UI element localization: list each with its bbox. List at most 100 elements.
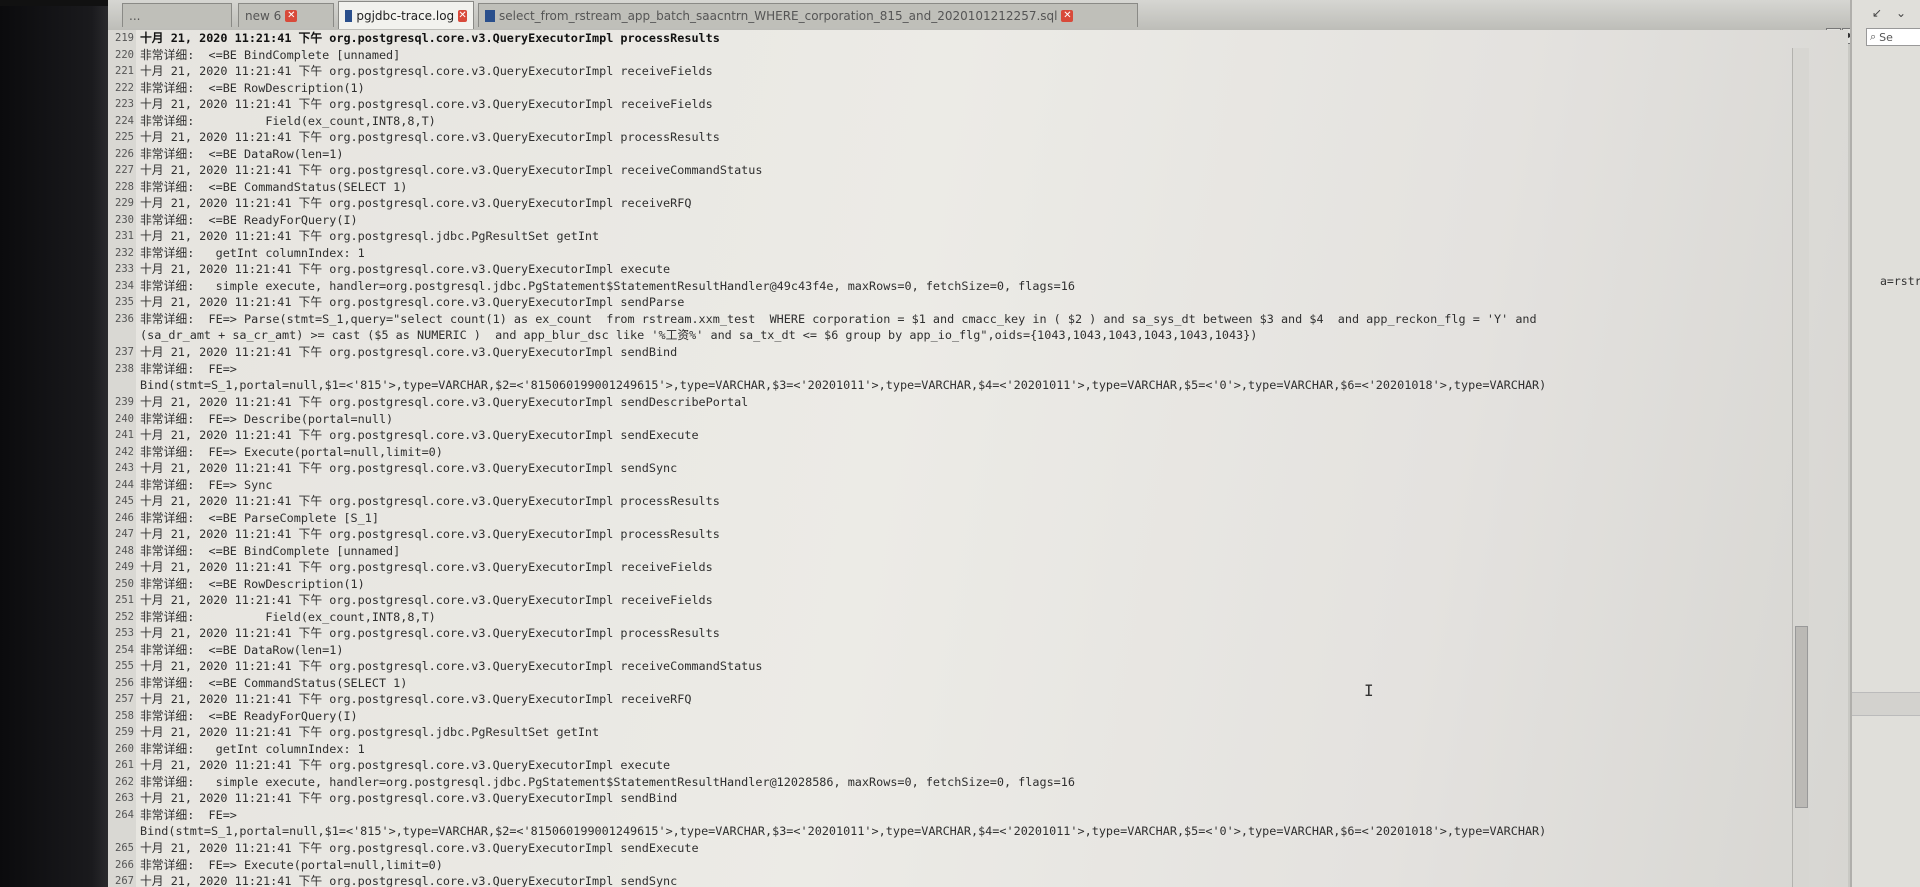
line-text: 非常详细: <=BE RowDescription(1) — [140, 576, 365, 591]
tab-pgjdbc-trace-log[interactable]: pgjdbc-trace.log ✕ — [338, 1, 474, 29]
log-line: 266 非常详细: FE=> Execute(portal=null,limit=… — [108, 856, 1848, 873]
log-line: 267 十月 21, 2020 11:21:41 下午 org.postgresq… — [108, 873, 1848, 887]
line-number: 234 — [108, 277, 136, 294]
log-line: 265 十月 21, 2020 11:21:41 下午 org.postgresq… — [108, 840, 1848, 857]
line-number: 248 — [108, 542, 136, 559]
log-line: 240 非常详细: FE=> Describe(portal=null) — [108, 410, 1848, 427]
tab-sql-file[interactable]: select_from_rstream_app_batch_saacntrn_W… — [478, 3, 1138, 27]
line-number: 228 — [108, 178, 136, 195]
line-number: 239 — [108, 394, 136, 411]
log-line: 254 非常详细: <=BE DataRow(len=1) — [108, 641, 1848, 658]
line-number: 256 — [108, 674, 136, 691]
line-number: 229 — [108, 195, 136, 212]
line-number: 262 — [108, 773, 136, 790]
log-line-continuation: Bind(stmt=S_1,portal=null,$1=<'815'>,typ… — [108, 823, 1848, 840]
line-number: 219 — [108, 30, 136, 47]
close-tab-icon[interactable]: ✕ — [285, 9, 298, 22]
file-icon — [485, 9, 495, 22]
line-number: 241 — [108, 427, 136, 444]
line-number: 253 — [108, 625, 136, 642]
line-number: 265 — [108, 840, 136, 857]
log-line: 247 十月 21, 2020 11:21:41 下午 org.postgresq… — [108, 526, 1848, 543]
tab-new-6[interactable]: new 6 ✕ — [238, 3, 334, 27]
scrollbar-thumb[interactable] — [1795, 626, 1808, 808]
log-line: 231 十月 21, 2020 11:21:41 下午 org.postgresq… — [108, 228, 1848, 245]
log-line: 230 非常详细: <=BE ReadyForQuery(I) — [108, 211, 1848, 228]
line-number: 226 — [108, 145, 136, 162]
line-text: 非常详细: FE=> Parse(stmt=S_1,query="select … — [140, 311, 1537, 326]
line-text: Bind(stmt=S_1,portal=null,$1=<'815'>,typ… — [140, 378, 1547, 392]
log-line: 237 十月 21, 2020 11:21:41 下午 org.postgresq… — [108, 344, 1848, 361]
editor-tab-strip: ... new 6 ✕ pgjdbc-trace.log ✕ select_fr… — [108, 0, 1860, 31]
line-text: 非常详细: FE=> Describe(portal=null) — [140, 411, 394, 426]
line-text: 非常详细: <=BE BindComplete [unnamed] — [140, 47, 401, 62]
line-number: 255 — [108, 658, 136, 675]
line-text: 十月 21, 2020 11:21:41 下午 org.postgresql.c… — [140, 428, 699, 442]
line-text: 十月 21, 2020 11:21:41 下午 org.postgresql.c… — [140, 626, 720, 640]
line-text: 非常详细: <=BE ParseComplete [S_1] — [140, 510, 379, 525]
line-number: 233 — [108, 261, 136, 278]
line-number: 258 — [108, 707, 136, 724]
log-line: 241 十月 21, 2020 11:21:41 下午 org.postgresq… — [108, 427, 1848, 444]
line-text: 十月 21, 2020 11:21:41 下午 org.postgresql.c… — [140, 841, 699, 855]
monitor-bezel — [0, 0, 108, 887]
log-line: 220 非常详细: <=BE BindComplete [unnamed] — [108, 46, 1848, 63]
log-line: 253 十月 21, 2020 11:21:41 下午 org.postgresq… — [108, 625, 1848, 642]
log-line: 238 非常详细: FE=> — [108, 360, 1848, 377]
line-number: 257 — [108, 691, 136, 708]
log-editor[interactable]: 219 十月 21, 2020 11:21:41 下午 org.postgresq… — [108, 30, 1848, 887]
line-text: 十月 21, 2020 11:21:41 下午 org.postgresql.c… — [140, 791, 678, 805]
line-text: 非常详细: <=BE BindComplete [unnamed] — [140, 543, 401, 558]
line-number: 249 — [108, 559, 136, 576]
line-number: 259 — [108, 724, 136, 741]
chevron-down-icon[interactable]: ⌄ — [1896, 6, 1906, 20]
line-text: 十月 21, 2020 11:21:41 下午 org.postgresql.c… — [140, 295, 685, 309]
log-line: 252 非常详细: Field(ex_count,INT8,8,T) — [108, 608, 1848, 625]
line-text: 非常详细: <=BE CommandStatus(SELECT 1) — [140, 179, 408, 194]
arrow-icon[interactable]: ↙ — [1872, 6, 1882, 20]
line-number: 223 — [108, 96, 136, 113]
log-line: 250 非常详细: <=BE RowDescription(1) — [108, 575, 1848, 592]
line-number: 232 — [108, 244, 136, 261]
line-text: 十月 21, 2020 11:21:41 下午 org.postgresql.c… — [140, 163, 763, 177]
log-line: 246 非常详细: <=BE ParseComplete [S_1] — [108, 509, 1848, 526]
line-text: 十月 21, 2020 11:21:41 下午 org.postgresql.c… — [140, 659, 763, 673]
line-number: 236 — [108, 310, 136, 327]
log-line: 227 十月 21, 2020 11:21:41 下午 org.postgresq… — [108, 162, 1848, 179]
close-tab-icon[interactable]: ✕ — [1061, 9, 1074, 22]
line-text: 十月 21, 2020 11:21:41 下午 org.postgresql.c… — [140, 345, 678, 359]
line-number: 224 — [108, 112, 136, 129]
line-text: 十月 21, 2020 11:21:41 下午 org.postgresql.c… — [140, 64, 713, 78]
log-line: 236 非常详细: FE=> Parse(stmt=S_1,query="sele… — [108, 310, 1848, 327]
log-line: 259 十月 21, 2020 11:21:41 下午 org.postgresq… — [108, 724, 1848, 741]
line-number: 246 — [108, 509, 136, 526]
line-text: 非常详细: <=BE DataRow(len=1) — [140, 642, 344, 657]
line-text: 十月 21, 2020 11:21:41 下午 org.postgresql.c… — [140, 494, 720, 508]
log-line: 234 非常详细: simple execute, handler=org.pos… — [108, 277, 1848, 294]
log-line: 219 十月 21, 2020 11:21:41 下午 org.postgresq… — [108, 30, 1848, 47]
line-number: 243 — [108, 460, 136, 477]
vertical-scrollbar[interactable] — [1792, 48, 1809, 887]
line-number: 237 — [108, 344, 136, 361]
line-text: 十月 21, 2020 11:21:41 下午 org.postgresql.c… — [140, 692, 692, 706]
line-text: 十月 21, 2020 11:21:41 下午 org.postgresql.c… — [140, 196, 692, 210]
line-text: 非常详细: FE=> Execute(portal=null,limit=0) — [140, 857, 443, 872]
line-text: 十月 21, 2020 11:21:41 下午 org.postgresql.c… — [140, 527, 720, 541]
line-text: 非常详细: <=BE ReadyForQuery(I) — [140, 708, 358, 723]
search-field[interactable]: ⌕ Se — [1866, 28, 1920, 46]
line-number — [108, 823, 136, 840]
log-line: 255 十月 21, 2020 11:21:41 下午 org.postgresq… — [108, 658, 1848, 675]
line-text: 十月 21, 2020 11:21:41 下午 org.postgresql.j… — [140, 229, 600, 243]
log-line: 221 十月 21, 2020 11:21:41 下午 org.postgresq… — [108, 63, 1848, 80]
close-tab-icon[interactable]: ✕ — [458, 9, 467, 22]
tab-hidden-file[interactable]: ... — [122, 3, 232, 27]
log-line: 222 非常详细: <=BE RowDescription(1) — [108, 79, 1848, 96]
log-line: 232 非常详细: getInt columnIndex: 1 — [108, 244, 1848, 261]
line-number: 245 — [108, 493, 136, 510]
log-line: 235 十月 21, 2020 11:21:41 下午 org.postgresq… — [108, 294, 1848, 311]
right-side-panel: ↙ ⌄ ⌕ Se a=rstream& — [1850, 0, 1920, 887]
line-text: 十月 21, 2020 11:21:41 下午 org.postgresql.c… — [140, 593, 713, 607]
log-line: 260 非常详细: getInt columnIndex: 1 — [108, 740, 1848, 757]
line-number: 222 — [108, 79, 136, 96]
search-icon: ⌕ — [1870, 30, 1877, 43]
